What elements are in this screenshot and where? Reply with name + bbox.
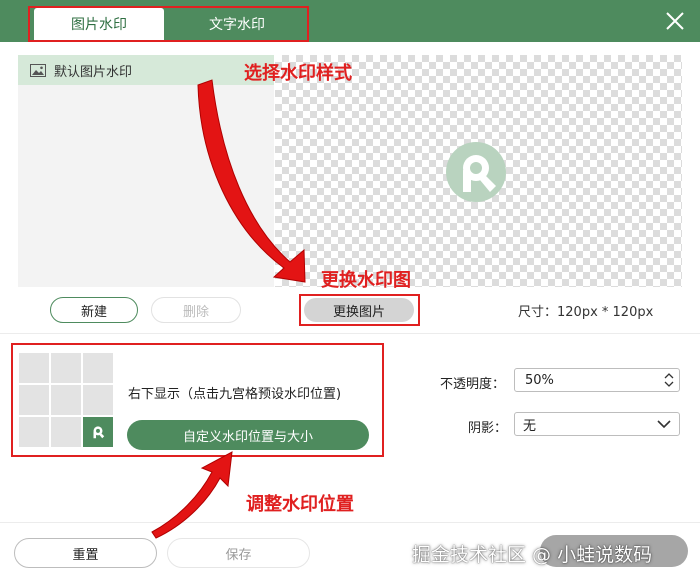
source-watermark: 掘金技术社区 @ 小蛙说数码 bbox=[412, 544, 653, 566]
arrow-to-position bbox=[151, 451, 233, 539]
arrow-to-change-image bbox=[197, 79, 306, 283]
annotation-change-image: 更换水印图 bbox=[321, 270, 411, 291]
annotation-adjust-position: 调整水印位置 bbox=[246, 494, 354, 515]
annotation-select-style: 选择水印样式 bbox=[244, 63, 352, 84]
